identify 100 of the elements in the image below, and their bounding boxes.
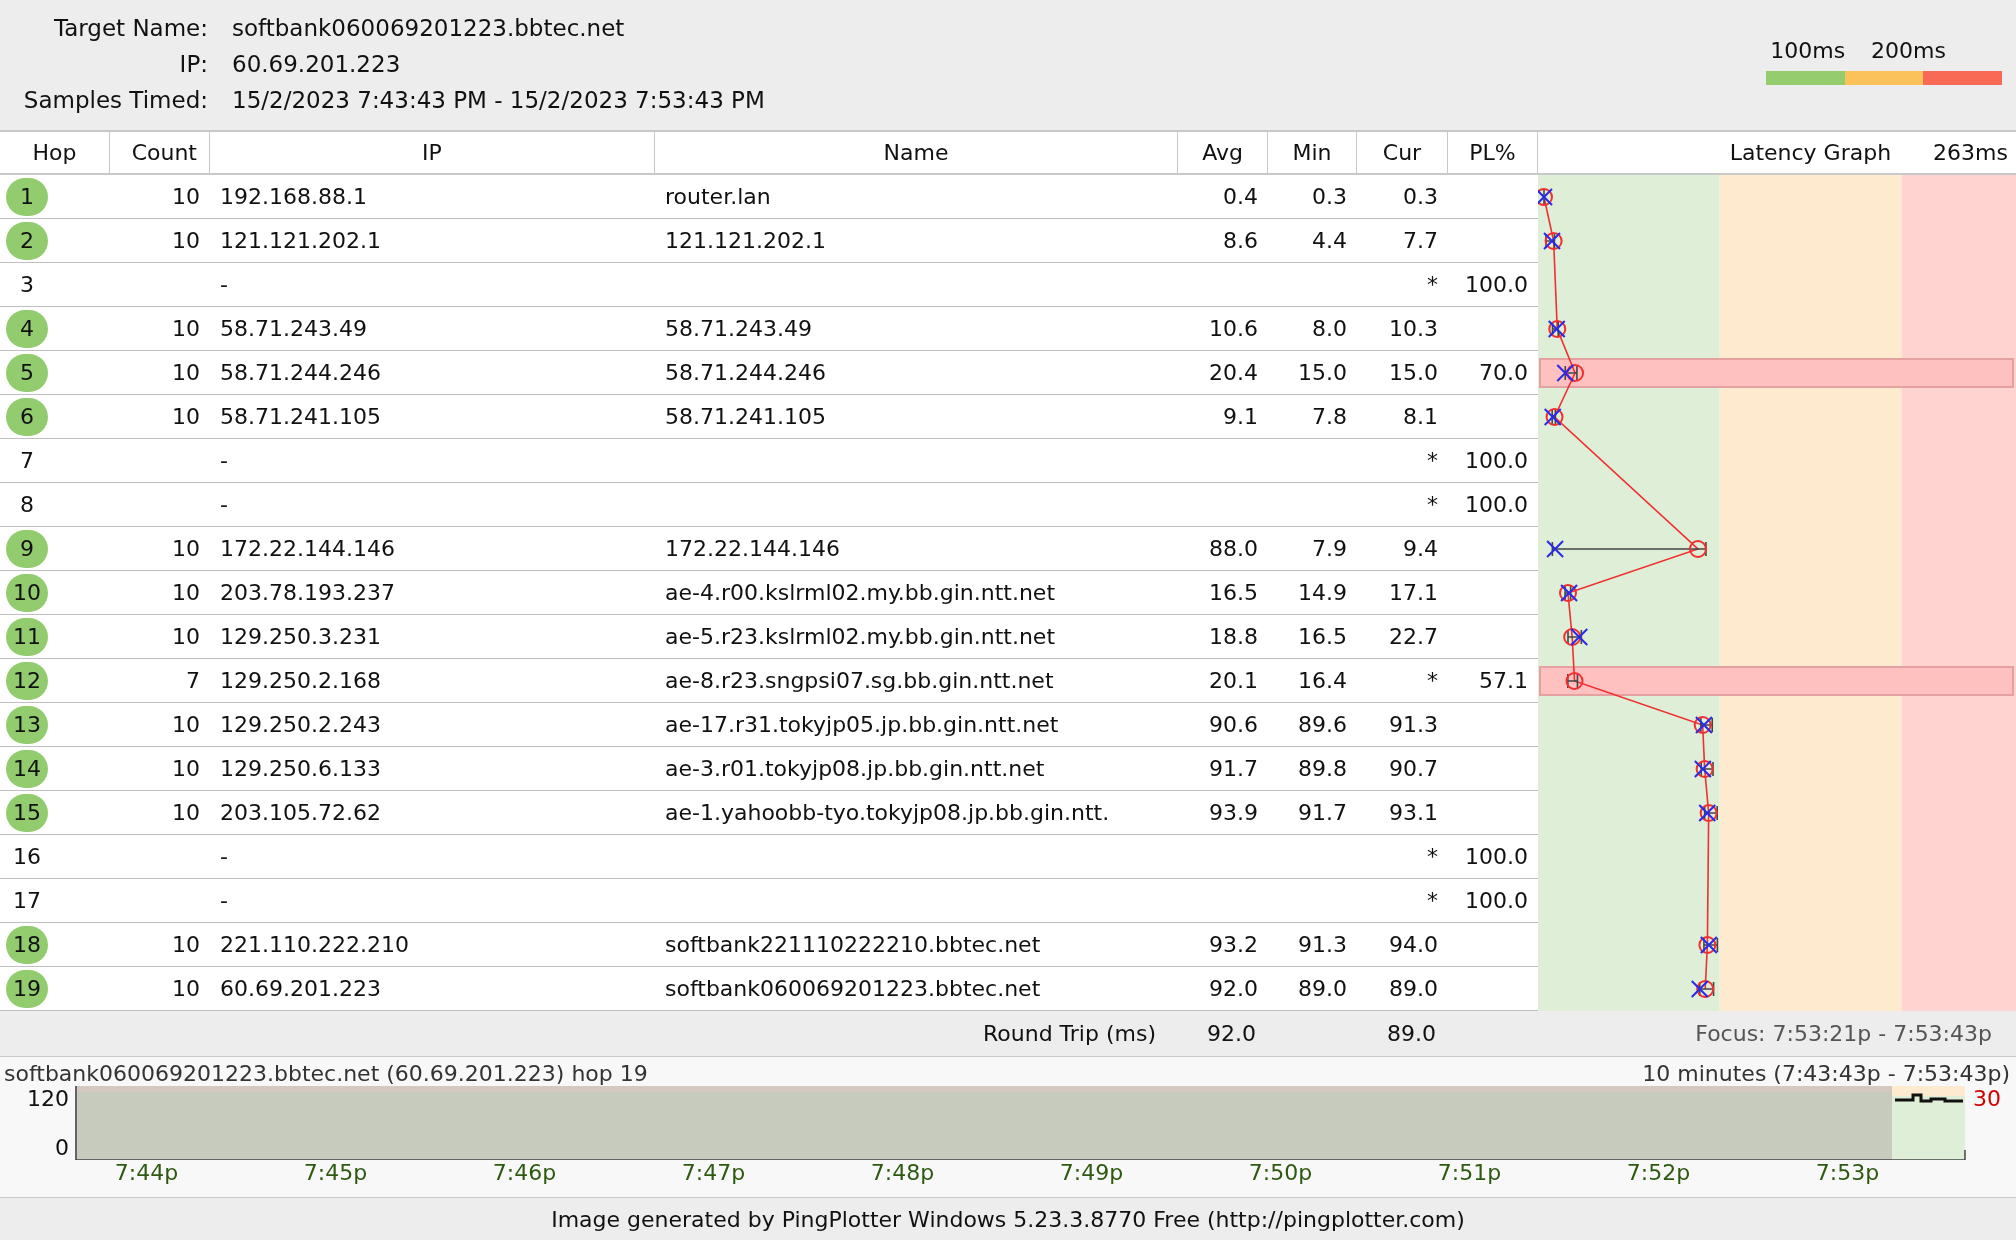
timeline-range: 10 minutes (7:43:43p - 7:53:43p) <box>1642 1061 2010 1086</box>
table-cell: 8.6 <box>1223 228 1258 253</box>
table-cell: 0.4 <box>1223 184 1258 209</box>
hop-number: 8 <box>19 491 35 519</box>
hop-number: 2 <box>6 221 48 260</box>
table-cell: * <box>1427 844 1438 869</box>
table-cell: 18.8 <box>1209 624 1258 649</box>
table-cell: 10 <box>172 932 200 957</box>
table-cell: 15.0 <box>1298 360 1347 385</box>
table-cell: 10 <box>172 404 200 429</box>
round-trip-avg: 92.0 <box>1206 1021 1257 1046</box>
table-cell: 129.250.2.168 <box>220 668 381 693</box>
table-cell: 91.7 <box>1209 756 1258 781</box>
field-label: IP: <box>178 51 208 77</box>
table-cell: 10 <box>172 360 200 385</box>
table-cell: 9.4 <box>1403 536 1438 561</box>
latency-marker <box>1538 188 1553 206</box>
table-cell: 90.6 <box>1209 712 1258 737</box>
x-axis-label: 7:52p <box>1625 1160 1692 1185</box>
hop-number: 3 <box>19 271 35 299</box>
table-cell: 129.250.2.243 <box>220 712 381 737</box>
field-value: 15/2/2023 7:43:43 PM - 15/2/2023 7:53:43 PM <box>232 87 765 113</box>
table-cell: 70.0 <box>1479 360 1528 385</box>
table-cell: - <box>220 448 228 473</box>
table-cell: 100.0 <box>1465 888 1528 913</box>
table-cell: 8.1 <box>1403 404 1438 429</box>
latency-marker <box>1565 672 1584 690</box>
table-cell: 121.121.202.1 <box>665 228 826 253</box>
table-cell: 0.3 <box>1312 184 1347 209</box>
hop-number: 5 <box>6 353 48 392</box>
table-cell: 60.69.201.223 <box>220 976 381 1001</box>
table-cell: 58.71.244.246 <box>665 360 826 385</box>
table-cell: 93.2 <box>1209 932 1258 957</box>
table-cell: 203.78.193.237 <box>220 580 395 605</box>
x-axis-label: 7:44p <box>113 1160 180 1185</box>
table-cell: 10 <box>172 580 200 605</box>
x-axis-label: 7:51p <box>1436 1160 1503 1185</box>
latency-marker <box>1547 320 1567 338</box>
table-cell: 93.1 <box>1389 800 1438 825</box>
table-cell: 57.1 <box>1479 668 1528 693</box>
round-trip-label: Round Trip (ms) <box>982 1021 1157 1046</box>
latency-marker <box>1543 408 1564 426</box>
table-cell: 10 <box>172 800 200 825</box>
column-header: Name <box>655 132 1178 173</box>
table-cell: 17.1 <box>1389 580 1438 605</box>
table-cell: 20.4 <box>1209 360 1258 385</box>
table-cell: 10.3 <box>1389 316 1438 341</box>
column-header: Min <box>1268 132 1357 173</box>
table-cell: softbank060069201223.bbtec.net <box>665 976 1041 1001</box>
table-cell: 16.5 <box>1298 624 1347 649</box>
hop-number: 9 <box>6 529 48 568</box>
x-axis-label: 7:49p <box>1058 1160 1125 1185</box>
x-axis-label: 7:45p <box>302 1160 369 1185</box>
table-cell: 91.7 <box>1298 800 1347 825</box>
table-cell: 8.0 <box>1312 316 1347 341</box>
column-header: Latency Graph <box>1729 140 1892 165</box>
table-cell: 100.0 <box>1465 492 1528 517</box>
latency-marker <box>1543 232 1563 250</box>
latency-marker <box>1690 980 1715 998</box>
table-cell: 94.0 <box>1389 932 1438 957</box>
column-header: Count <box>110 132 210 173</box>
column-header: Avg <box>1178 132 1268 173</box>
latency-marker <box>1693 716 1714 734</box>
table-cell: 89.0 <box>1298 976 1347 1001</box>
table-cell: 92.0 <box>1209 976 1258 1001</box>
hop-number: 4 <box>6 309 48 348</box>
table-cell: 10 <box>172 228 200 253</box>
table-cell: 10 <box>172 536 200 561</box>
table-cell: 14.9 <box>1298 580 1347 605</box>
table-cell: softbank221110222210.bbtec.net <box>665 932 1041 957</box>
table-cell: ae-5.r23.kslrml02.my.bb.gin.ntt.net <box>665 624 1056 649</box>
legend-label: 200ms <box>1871 38 1946 63</box>
round-trip-cur: 89.0 <box>1386 1021 1437 1046</box>
table-cell: 16.4 <box>1298 668 1347 693</box>
table-cell: 89.8 <box>1298 756 1347 781</box>
table-cell: 58.71.241.105 <box>220 404 381 429</box>
hop-number: 18 <box>6 925 48 964</box>
table-cell: 10.6 <box>1209 316 1258 341</box>
table-cell: 89.0 <box>1389 976 1438 1001</box>
table-cell: ae-4.r00.kslrml02.my.bb.gin.ntt.net <box>665 580 1056 605</box>
table-cell: - <box>220 888 228 913</box>
hop-number: 15 <box>6 793 48 832</box>
table-cell: 58.71.244.246 <box>220 360 381 385</box>
table-cell: * <box>1427 888 1438 913</box>
table-cell: 91.3 <box>1298 932 1347 957</box>
hop-number: 1 <box>6 177 48 216</box>
field-label: Target Name: <box>52 15 208 41</box>
table-cell: 7.9 <box>1312 536 1347 561</box>
table-cell: 0.3 <box>1403 184 1438 209</box>
table-cell: * <box>1427 668 1438 693</box>
latency-trace <box>1895 1093 1963 1103</box>
column-header: Cur <box>1357 132 1448 173</box>
hop-number: 7 <box>19 447 35 475</box>
table-cell: 10 <box>172 184 200 209</box>
table-cell: 20.1 <box>1209 668 1258 693</box>
column-header: IP <box>210 132 655 173</box>
table-cell: 7.7 <box>1403 228 1438 253</box>
table-cell: 129.250.6.133 <box>220 756 381 781</box>
field-value: 60.69.201.223 <box>232 51 402 77</box>
y-axis-label: 120 <box>27 1086 69 1111</box>
